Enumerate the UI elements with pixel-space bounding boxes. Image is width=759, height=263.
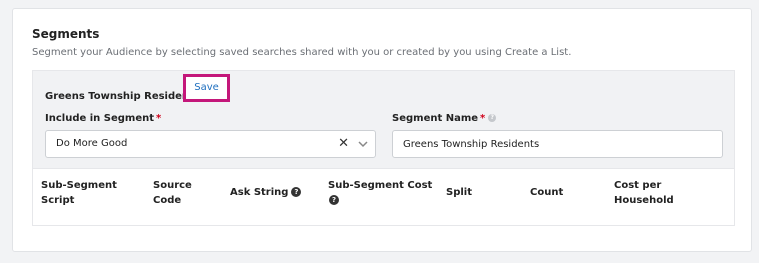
column-header-line: Ask String (230, 187, 289, 198)
column-header-help-row: ? (328, 193, 432, 208)
column-header-line: Code (153, 195, 182, 206)
column-header-line: Split (446, 187, 472, 198)
column-header-source-code[interactable]: Source Code (153, 178, 192, 208)
close-icon[interactable]: ✕ (338, 136, 349, 152)
segment-name-heading: Greens Township Residents (45, 91, 200, 102)
include-in-segment-select[interactable]: Do More Good ✕ (45, 130, 376, 158)
column-header-line: Script (41, 195, 75, 206)
column-header-line: Cost per (614, 180, 662, 191)
section-subtitle: Segment your Audience by selecting saved… (32, 47, 572, 58)
segment-panel: Greens Township Residents Save Include i… (32, 70, 735, 168)
include-in-segment-label-text: Include in Segment (45, 113, 155, 124)
chevron-down-icon[interactable] (357, 138, 369, 150)
help-icon[interactable]: ? (329, 195, 339, 205)
column-header-line: Source (153, 180, 192, 191)
column-header-count[interactable]: Count (530, 185, 563, 200)
segments-card: Segments Segment your Audience by select… (12, 8, 752, 252)
segment-name-label-text: Segment Name (392, 113, 479, 124)
section-title: Segments (32, 27, 100, 41)
column-header-line: Household (614, 195, 674, 206)
column-header-cost-per-household[interactable]: Cost per Household (614, 178, 674, 208)
column-header-line: Sub-Segment (41, 180, 117, 191)
help-icon[interactable]: ? (291, 187, 302, 197)
required-mark: * (480, 113, 486, 124)
include-in-segment-label: Include in Segment * (45, 113, 161, 124)
include-in-segment-value: Do More Good (56, 138, 128, 149)
required-mark: * (156, 113, 162, 124)
help-icon[interactable]: ? (488, 114, 497, 122)
column-header-split[interactable]: Split (446, 185, 472, 200)
segment-name-input[interactable] (392, 130, 723, 158)
segment-name-label: Segment Name *? (392, 113, 497, 124)
column-header-line: Count (530, 187, 564, 198)
sub-segment-table-header: Sub-Segment Script Source Code Ask Strin… (32, 168, 735, 226)
save-button[interactable]: Save (183, 74, 230, 102)
column-header-sub-segment-script[interactable]: Sub-Segment Script (41, 178, 117, 208)
column-header-ask-string[interactable]: Ask String? (230, 185, 302, 200)
column-header-line: Sub-Segment Cost (328, 180, 433, 191)
column-header-sub-segment-cost[interactable]: Sub-Segment Cost ? (328, 178, 432, 208)
